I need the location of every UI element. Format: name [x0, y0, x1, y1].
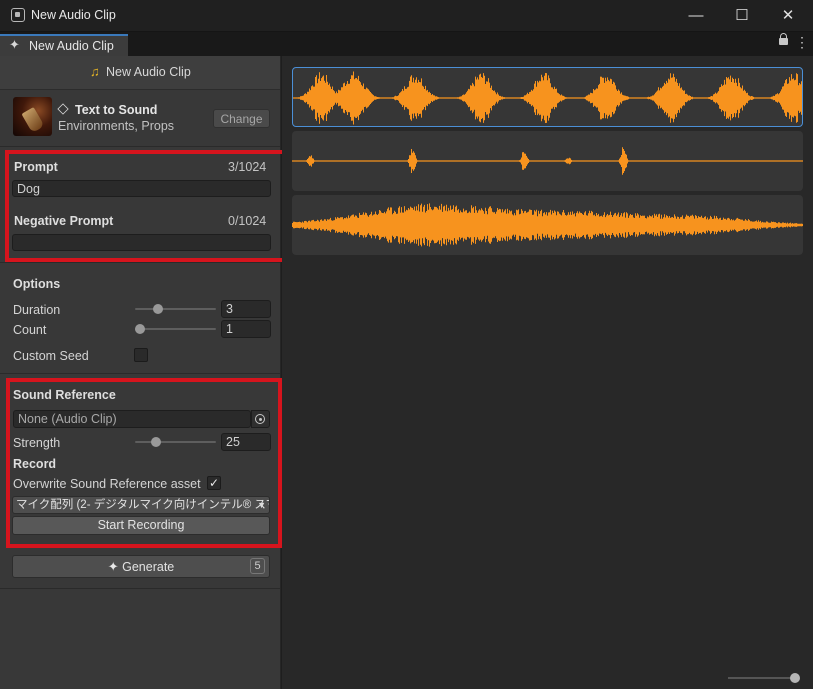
waveform-path — [292, 203, 803, 247]
waveform-1 — [293, 71, 802, 125]
more-menu-icon[interactable]: ⋮ — [795, 34, 809, 51]
prompt-highlight-box — [5, 150, 286, 262]
duration-slider-track[interactable] — [135, 308, 216, 310]
generate-count-badge: 5 — [250, 558, 265, 574]
duration-slider-handle[interactable] — [152, 304, 163, 314]
generate-label: Generate — [122, 560, 175, 574]
divider — [0, 146, 280, 147]
divider — [0, 262, 280, 263]
unity-app-icon — [11, 8, 25, 22]
model-tags: Environments, Props — [58, 119, 175, 133]
model-thumbnail — [13, 97, 52, 136]
waveform-2 — [292, 147, 803, 175]
sparkle-icon: ✦ — [107, 559, 119, 574]
minimize-button[interactable]: — — [673, 0, 719, 31]
count-label: Count — [13, 323, 47, 337]
custom-seed-label: Custom Seed — [13, 349, 89, 363]
window-title: New Audio Clip — [31, 8, 116, 22]
waveform-3 — [292, 203, 803, 247]
divider — [0, 588, 280, 589]
zoom-slider-track[interactable] — [728, 677, 794, 679]
model-name: Text to Sound — [75, 103, 158, 117]
close-button[interactable]: ✕ — [765, 0, 811, 31]
divider — [0, 373, 280, 374]
audio-result-1[interactable] — [292, 67, 803, 127]
count-input[interactable]: 1 — [221, 320, 271, 338]
generate-button[interactable]: ✦ Generate — [12, 555, 270, 578]
tab-label: New Audio Clip — [29, 39, 114, 53]
maximize-button[interactable]: ☐ — [719, 0, 765, 31]
sparkle-icon: ✦ — [9, 37, 20, 52]
zoom-slider-handle[interactable] — [790, 673, 800, 683]
duration-input[interactable]: 3 — [221, 300, 271, 318]
options-heading: Options — [13, 277, 61, 291]
waveform-path — [292, 147, 803, 175]
count-slider-track[interactable] — [135, 328, 216, 330]
duration-label: Duration — [13, 303, 61, 317]
waveform-path — [293, 71, 802, 125]
custom-seed-checkbox[interactable] — [134, 348, 148, 362]
clip-name: New Audio Clip — [106, 65, 191, 79]
audio-result-3[interactable] — [292, 195, 803, 255]
lock-icon[interactable] — [779, 33, 788, 45]
count-slider-handle[interactable] — [135, 324, 145, 334]
change-model-button[interactable]: Change — [213, 109, 270, 128]
sound-reference-highlight-box — [6, 378, 282, 548]
music-note-icon: ♫ — [90, 64, 100, 79]
tab-new-audio-clip[interactable]: ✦ New Audio Clip — [0, 34, 128, 56]
audio-result-2[interactable] — [292, 131, 803, 191]
